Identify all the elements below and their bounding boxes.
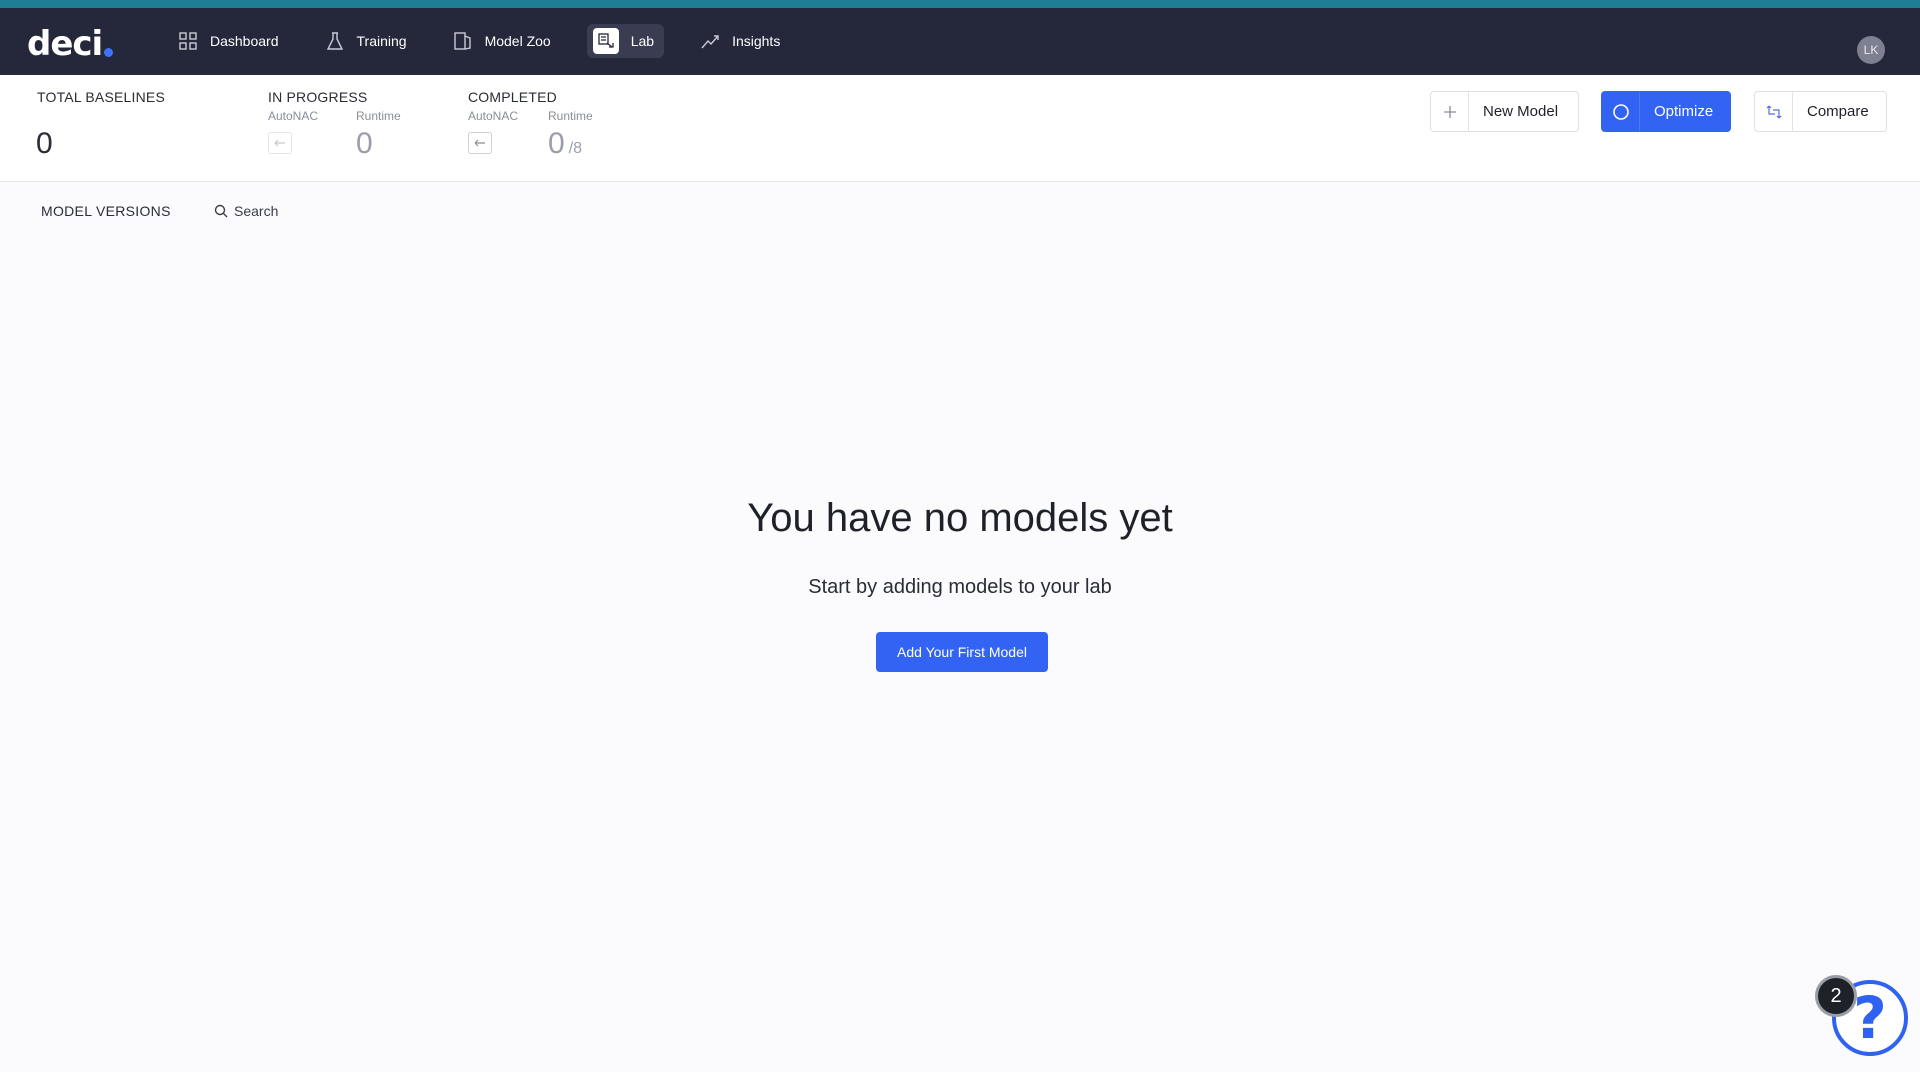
top-navbar: deci Dashboard Training Model Zoo Lab In… [0,0,1920,75]
search-box[interactable] [214,200,394,222]
autonac-arrow-icon [468,132,492,154]
logo-text: deci [27,24,103,64]
deci-logo[interactable]: deci [27,24,114,64]
question-mark-icon: ? [1853,984,1887,1052]
nav-item-model-zoo[interactable]: Model Zoo [443,24,561,58]
nav-label: Insights [732,33,781,49]
completed-title: COMPLETED [468,89,557,105]
completed-autonac-label: AutoNAC [468,109,519,123]
logo-dot [104,48,114,57]
completed-runtime-total: /8 [568,140,583,157]
in-progress-runtime-label: Runtime [356,109,401,123]
help-notification-badge[interactable]: 2 [1815,975,1857,1017]
stats-bar: TOTAL BASELINES 0 IN PROGRESS AutoNAC Ru… [0,75,1920,182]
optimize-label: Optimize [1654,103,1714,120]
nav-item-dashboard[interactable]: Dashboard [168,24,289,58]
search-icon [214,204,228,218]
completed-runtime-label: Runtime [548,109,593,123]
lab-icon-box [592,28,619,54]
empty-state-subtitle: Start by adding models to your lab [808,576,1112,598]
autonac-arrow-icon [268,132,292,154]
in-progress-runtime-value: 0 [356,127,373,160]
main-nav: Dashboard Training Model Zoo Lab Insight… [168,16,816,66]
nav-label: Dashboard [210,33,279,49]
nav-item-lab[interactable]: Lab [586,24,665,58]
compare-button[interactable]: Compare [1754,91,1887,132]
compare-label: Compare [1807,103,1869,120]
trend-icon [701,35,719,49]
nav-label: Training [356,33,407,49]
new-model-button[interactable]: New Model [1430,91,1579,132]
user-avatar[interactable]: LK [1857,36,1885,64]
model-versions-title: MODEL VERSIONS [41,203,171,219]
circle-icon [1602,92,1640,131]
total-baselines-title: TOTAL BASELINES [37,89,166,105]
completed-runtime-count: 0 [548,127,565,160]
nav-item-insights[interactable]: Insights [690,24,790,58]
lab-icon [598,33,614,48]
in-progress-title: IN PROGRESS [268,89,368,105]
empty-state-title: You have no models yet [747,496,1173,540]
completed-runtime-value: 0/8 [548,127,582,161]
grid-icon [179,32,197,50]
optimize-button[interactable]: Optimize [1601,91,1731,132]
nav-item-training[interactable]: Training [315,24,417,58]
add-first-model-button[interactable]: Add Your First Model [876,632,1048,672]
in-progress-autonac-label: AutoNAC [268,109,319,123]
nav-label: Model Zoo [484,33,551,49]
flask-icon [326,32,343,50]
nav-label: Lab [630,33,655,49]
total-baselines-value: 0 [36,127,53,160]
model-zoo-icon [453,32,471,50]
compare-icon [1755,92,1793,131]
plus-icon [1431,92,1469,131]
new-model-label: New Model [1483,103,1559,120]
search-input[interactable] [234,203,394,219]
